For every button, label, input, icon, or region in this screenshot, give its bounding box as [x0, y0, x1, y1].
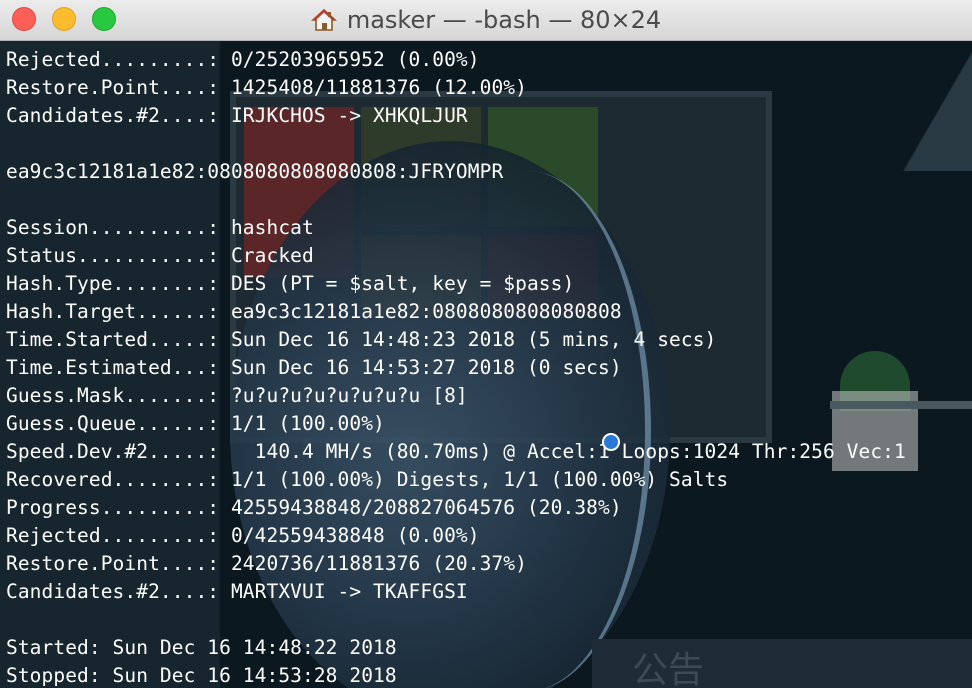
terminal-line: Started: Sun Dec 16 14:48:22 2018 [6, 636, 397, 659]
terminal-line: Restore.Point....: 2420736/11881376 (20.… [6, 552, 527, 575]
terminal-line: Progress.........: 42559438848/208827064… [6, 496, 622, 519]
terminal-line: Guess.Queue......: 1/1 (100.00%) [6, 412, 385, 435]
terminal-line: Time.Started.....: Sun Dec 16 14:48:23 2… [6, 328, 717, 351]
terminal-window: masker — -bash — 80×24 公告 Rejected......… [0, 0, 972, 688]
terminal-line: Time.Estimated...: Sun Dec 16 14:53:27 2… [6, 356, 622, 379]
terminal-output[interactable]: Rejected.........: 0/25203965952 (0.00%)… [0, 41, 972, 688]
terminal-line: Rejected.........: 0/25203965952 (0.00%) [6, 48, 480, 71]
terminal-line: Rejected.........: 0/42559438848 (0.00%) [6, 524, 480, 547]
terminal-line: Hash.Target......: ea9c3c12181a1e82:0808… [6, 300, 622, 323]
home-icon [310, 8, 337, 31]
mouse-pointer-icon [602, 433, 620, 451]
window-title-area: masker — -bash — 80×24 [0, 0, 972, 40]
terminal-line: Recovered........: 1/1 (100.00%) Digests… [6, 468, 729, 491]
terminal-line: ea9c3c12181a1e82:0808080808080808:JFRYOM… [6, 160, 504, 183]
title-bar[interactable]: masker — -bash — 80×24 [0, 0, 972, 41]
terminal-line: Session..........: hashcat [6, 216, 314, 239]
terminal-line: Candidates.#2....: IRJKCHOS -> XHKQLJUR [6, 104, 468, 127]
terminal-line: Speed.Dev.#2.....: 140.4 MH/s (80.70ms) … [6, 440, 906, 463]
window-title: masker — -bash — 80×24 [346, 6, 662, 34]
terminal-line: Guess.Mask.......: ?u?u?u?u?u?u?u?u [8] [6, 384, 468, 407]
terminal-line: Candidates.#2....: MARTXVUI -> TKAFFGSI [6, 580, 468, 603]
terminal-line: Stopped: Sun Dec 16 14:53:28 2018 [6, 664, 397, 687]
terminal-line: Hash.Type........: DES (PT = $salt, key … [6, 272, 575, 295]
terminal-line: Restore.Point....: 1425408/11881376 (12.… [6, 76, 527, 99]
terminal-line: Status...........: Cracked [6, 244, 314, 267]
